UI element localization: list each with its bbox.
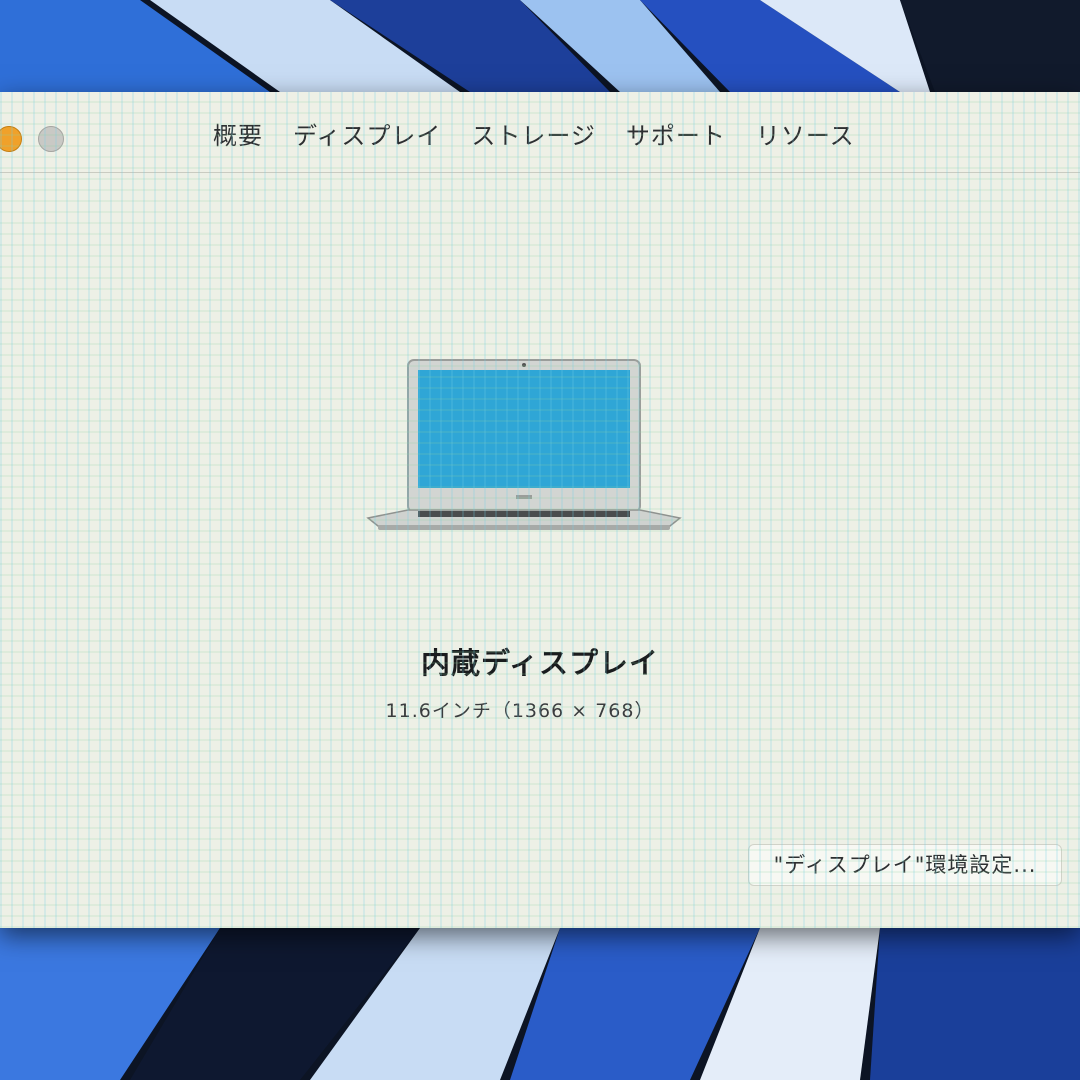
macbook-air-laptop-icon bbox=[366, 359, 682, 530]
about-this-mac-window: 概要 ディスプレイ ストレージ サポート リソース 内蔵ディスプレイ 11.6イ… bbox=[0, 92, 1080, 928]
minimize-button-icon[interactable] bbox=[0, 126, 22, 152]
zoom-button-icon[interactable] bbox=[38, 126, 64, 152]
display-spec: 11.6インチ（1366 × 768） bbox=[385, 700, 655, 722]
tab-storage[interactable]: ストレージ bbox=[471, 114, 596, 158]
tab-overview[interactable]: 概要 bbox=[213, 114, 263, 158]
tab-support[interactable]: サポート bbox=[626, 114, 726, 158]
display-name: 内蔵ディスプレイ bbox=[421, 646, 659, 680]
title-bar: 概要 ディスプレイ ストレージ サポート リソース bbox=[0, 92, 1080, 173]
tab-resources[interactable]: リソース bbox=[756, 114, 855, 158]
tab-bar: 概要 ディスプレイ ストレージ サポート リソース bbox=[213, 114, 855, 158]
display-preferences-button[interactable]: "ディスプレイ"環境設定... bbox=[748, 844, 1062, 886]
tab-displays[interactable]: ディスプレイ bbox=[293, 114, 441, 158]
